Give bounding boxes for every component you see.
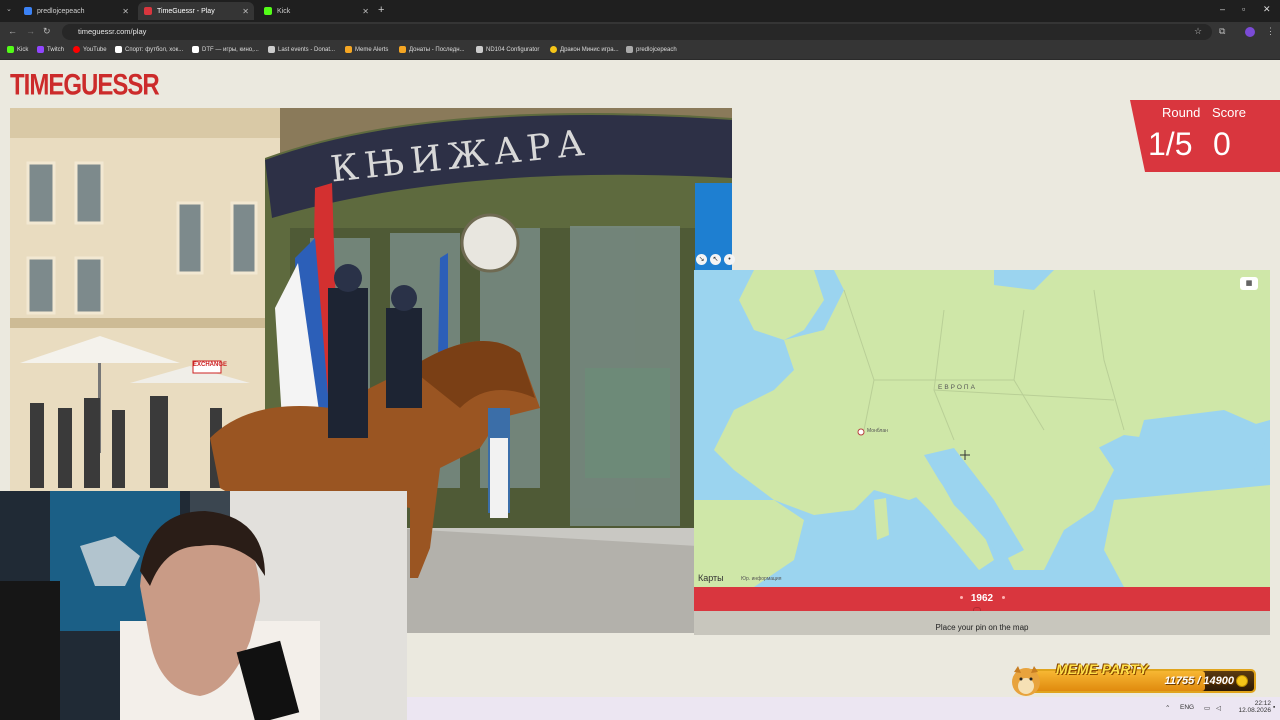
- guess-button[interactable]: Place your pin on the map: [694, 611, 1270, 635]
- folder-icon: [626, 46, 633, 53]
- bookmark-star-icon[interactable]: ☆: [1194, 26, 1202, 37]
- tab-predlojcepeach[interactable]: predlojcepeach ✕: [18, 2, 134, 20]
- map-legal-link[interactable]: Юр. информация: [741, 576, 781, 582]
- bookmark-kick[interactable]: Kick: [7, 46, 28, 53]
- score-value: 0: [1213, 126, 1231, 162]
- donaty-icon: [399, 46, 406, 53]
- url-text: timeguessr.com/play: [78, 27, 147, 36]
- sport-icon: [115, 46, 122, 53]
- meme-party-count: 11755 / 14900: [1164, 675, 1234, 687]
- back-icon[interactable]: ←: [8, 26, 17, 36]
- tab-title: Kick: [277, 7, 291, 15]
- bookmark-donaty[interactable]: Донаты - Последн...: [399, 46, 465, 53]
- timeguessr-logo[interactable]: TIMEGUESSR: [10, 68, 160, 103]
- extensions-icon[interactable]: ⧉: [1219, 26, 1225, 37]
- round-value: 1/5: [1148, 126, 1193, 162]
- system-taskbar: ⌃ ENG ▭ ◁ 22:12 12.08.2026 ▪: [407, 697, 1280, 720]
- tab-favicon-icon: [264, 7, 272, 15]
- clock-time: 22:12: [1254, 700, 1271, 707]
- tab-title: predlojcepeach: [37, 7, 85, 15]
- tab-title: TimeGuessr - Play: [157, 7, 215, 15]
- url-field[interactable]: timeguessr.com/play: [62, 24, 1212, 40]
- twitch-icon: [37, 46, 44, 53]
- tab-list-icon[interactable]: ⌄: [6, 5, 12, 13]
- tab-kick[interactable]: Kick ✕: [258, 2, 374, 20]
- nd104-icon: [476, 46, 483, 53]
- bookmark-twitch[interactable]: Twitch: [37, 46, 64, 53]
- clock-date: 12.08.2026: [1238, 707, 1271, 714]
- guess-hint: Place your pin on the map: [935, 623, 1029, 632]
- language-indicator[interactable]: ENG: [1180, 704, 1194, 711]
- meme-party-title: MEME PARTY: [1056, 661, 1149, 677]
- meme-alerts-icon: [345, 46, 352, 53]
- slider-dot-right: [1002, 596, 1005, 599]
- maximize-button[interactable]: ▫: [1242, 4, 1245, 14]
- guess-map[interactable]: ЕВРОПА Монблан Карты Юр. информация ▦: [694, 270, 1270, 587]
- browser-tab-bar: ⌄ predlojcepeach ✕ TimeGuessr - Play ✕ K…: [0, 0, 1280, 22]
- exchange-sign: EXCHANGE: [193, 362, 228, 368]
- map-label-europe: ЕВРОПА: [938, 384, 977, 391]
- bookmarks-bar: Kick Twitch YouTube Спорт: футбол, хок..…: [0, 42, 1280, 60]
- streamer-webcam-illustration: [0, 491, 407, 720]
- europe-map-illustration: [694, 270, 1270, 587]
- round-label: Round: [1162, 105, 1201, 120]
- clock[interactable]: 22:12 12.08.2026: [1231, 700, 1271, 714]
- map-attribution: Карты: [698, 573, 724, 583]
- tab-close-icon[interactable]: ✕: [242, 7, 249, 16]
- reload-icon[interactable]: ↻: [43, 26, 51, 37]
- webcam-overlay: [0, 491, 407, 720]
- youtube-icon: [73, 46, 80, 53]
- tab-timeguessr[interactable]: TimeGuessr - Play ✕: [138, 2, 254, 20]
- bookmark-meme-alerts[interactable]: Meme Alerts: [345, 46, 388, 53]
- bookmark-youtube[interactable]: YouTube: [73, 46, 107, 53]
- round-score-panel: Round Score 1/5 0: [1130, 100, 1280, 172]
- bookmark-predlojcepeach[interactable]: predlojcepeach: [626, 46, 677, 53]
- new-tab-button[interactable]: +: [378, 4, 384, 16]
- bookmark-donat[interactable]: Last events - Donat...: [268, 46, 335, 53]
- map-resize-tools: ↘ ↖ •: [696, 254, 735, 265]
- bookmark-dtf[interactable]: DTF — игры, кино,...: [192, 46, 259, 53]
- minimize-button[interactable]: –: [1220, 4, 1225, 14]
- volume-icon[interactable]: ◁: [1216, 704, 1221, 712]
- score-label: Score: [1212, 105, 1246, 120]
- profile-avatar[interactable]: [1245, 27, 1255, 37]
- tab-favicon-icon: [24, 7, 32, 15]
- year-value: 1962: [970, 593, 994, 604]
- map-label-city: Монблан: [867, 428, 888, 434]
- notification-icon[interactable]: ▪: [1273, 704, 1275, 711]
- year-slider[interactable]: 1962: [694, 587, 1270, 619]
- forward-icon[interactable]: →: [26, 26, 35, 36]
- kick-icon: [7, 46, 14, 53]
- bookmark-nd104[interactable]: ND104 Configurator: [476, 46, 539, 53]
- shrink-map-icon[interactable]: ↘: [696, 254, 707, 265]
- bookmark-sport[interactable]: Спорт: футбол, хок...: [115, 46, 183, 53]
- menu-icon[interactable]: ⋮: [1266, 26, 1275, 37]
- expand-map-icon[interactable]: ↖: [710, 254, 721, 265]
- tray-chevron-icon[interactable]: ⌃: [1165, 704, 1170, 712]
- close-window-button[interactable]: ✕: [1263, 4, 1271, 15]
- network-icon[interactable]: ▭: [1204, 704, 1210, 712]
- donat-icon: [268, 46, 275, 53]
- dtf-icon: [192, 46, 199, 53]
- tab-close-icon[interactable]: ✕: [362, 7, 369, 16]
- bookmark-drakon[interactable]: Дракон Минис игра...: [550, 46, 619, 53]
- pin-map-icon[interactable]: •: [724, 254, 735, 265]
- doge-icon: [1012, 666, 1040, 696]
- tab-close-icon[interactable]: ✕: [122, 7, 129, 16]
- coin-icon: [1236, 675, 1248, 687]
- browser-toolbar: ← → ↻ timeguessr.com/play ☆ ⧉ ⋮: [0, 22, 1280, 42]
- drakon-icon: [550, 46, 557, 53]
- meme-party-widget: MEME PARTY 11755 / 14900: [1004, 661, 1256, 696]
- tab-favicon-icon: [144, 7, 152, 15]
- map-mode-icon[interactable]: ▦: [1240, 277, 1258, 290]
